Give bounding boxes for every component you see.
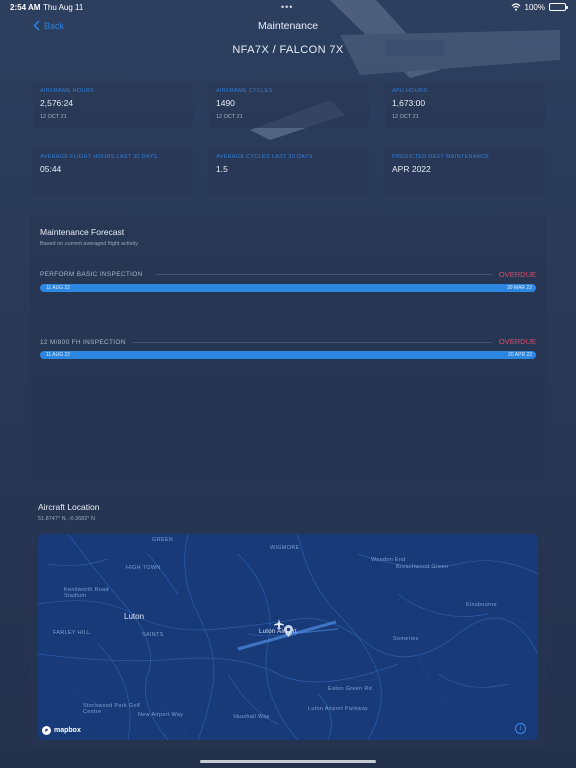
map-place-label: SAINTS <box>142 632 164 638</box>
map-place-label: New Airport Way <box>138 712 184 718</box>
timeline-start-date: 11 AUG 22 <box>46 285 71 291</box>
map-place-label: Eaton Green Rd <box>328 686 372 692</box>
aircraft-title: NFA7X / FALCON 7X <box>232 44 344 56</box>
stat-date: 12 OCT 21 <box>216 114 243 120</box>
forecast-title: Maintenance Forecast <box>40 227 125 237</box>
map-place-label: Wandon End <box>371 557 406 563</box>
airplane-icon <box>274 619 284 629</box>
forecast-divider <box>156 274 492 275</box>
forecast-item-label: 12 M/800 FH INSPECTION <box>40 339 126 346</box>
map-place-label: Kinsbourne <box>466 602 497 608</box>
battery-percent: 100% <box>524 2 545 12</box>
mapbox-wordmark: mapbox <box>54 727 81 734</box>
stat-value: 1.5 <box>216 164 228 174</box>
map-city-label: Luton <box>124 612 145 621</box>
status-time: 2:54 AM <box>10 2 41 12</box>
stat-value: APR 2022 <box>392 164 431 174</box>
map-place-label: GREEN <box>152 537 174 543</box>
home-indicator[interactable] <box>200 760 376 763</box>
overdue-badge: OVERDUE <box>498 270 536 279</box>
status-date: Thu Aug 11 <box>43 2 84 12</box>
stat-date: 12 OCT 21 <box>392 114 419 120</box>
stat-card-airframe-cycles: AIRFRAME CYCLES 1490 12 OCT 21 <box>209 82 369 128</box>
stat-value: 1490 <box>216 98 235 108</box>
map-place-label: Someries <box>393 636 419 642</box>
multitask-dots[interactable]: ••• <box>281 2 293 12</box>
stat-label: AVERAGE FLIGHT HOURS LAST 30 DAYS <box>40 154 158 160</box>
map-place-label: Kenilworth Road Stadium <box>64 587 109 599</box>
stat-card-airframe-hours: AIRFRAME HOURS 2,576:24 12 OCT 21 <box>33 82 193 128</box>
map-place-label: Vauxhall Way <box>233 714 270 720</box>
map-view[interactable]: GREEN WIGMORE Wandon End HIGH TOWN Kenil… <box>38 534 538 740</box>
status-bar: 2:54 AM Thu Aug 11 ••• 100% <box>0 0 576 14</box>
status-right: 100% <box>511 2 568 12</box>
overdue-badge: OVERDUE <box>498 337 536 346</box>
map-place-label: Breachwood Green <box>396 564 449 570</box>
navigation-bar: Back Maintenance <box>0 18 576 36</box>
forecast-timeline-bar[interactable]: 11 AUG 22 20 APR 22 <box>40 351 536 359</box>
map-info-button[interactable]: i <box>515 723 526 734</box>
wifi-icon <box>511 3 520 11</box>
location-pin-icon[interactable] <box>284 625 293 637</box>
stat-card-avg-flight-hours: AVERAGE FLIGHT HOURS LAST 30 DAYS 05:44 <box>33 148 193 196</box>
stat-label: AIRFRAME CYCLES <box>216 88 273 94</box>
map-place-label: FARLEY HILL <box>53 630 91 636</box>
maintenance-forecast-panel: Maintenance Forecast Based on current av… <box>30 216 546 480</box>
stat-label: PREDICTED NEXT MAINTENANCE <box>392 154 490 160</box>
timeline-end-date: 30 MAR 22 <box>506 285 532 291</box>
battery-icon <box>549 3 568 11</box>
map-place-label: Luton Airport Parkway <box>308 706 369 712</box>
stat-value: 05:44 <box>40 164 62 174</box>
map-place-label: Stockwood Park Golf Centre <box>83 703 141 715</box>
stat-card-avg-cycles: AVERAGE CYCLES LAST 30 DAYS 1.5 <box>209 148 369 196</box>
stat-date: 12 OCT 21 <box>40 114 67 120</box>
location-coordinates: 51.8747° N, -0.3682° N <box>38 516 95 522</box>
location-title: Aircraft Location <box>38 502 100 512</box>
stat-label: AIRFRAME HOURS <box>40 88 95 94</box>
stat-card-apu-hours: APU HOURS 1,673:00 12 OCT 21 <box>385 82 545 128</box>
stat-value: 2,576:24 <box>40 98 74 108</box>
mapbox-logo-icon <box>42 726 51 735</box>
forecast-subtitle: Based on current averaged flight activit… <box>40 241 138 247</box>
mapbox-logo[interactable]: mapbox <box>42 726 81 735</box>
stat-label: AVERAGE CYCLES LAST 30 DAYS <box>216 154 313 160</box>
forecast-divider <box>132 342 492 343</box>
stat-card-predicted-maintenance: PREDICTED NEXT MAINTENANCE APR 2022 <box>385 148 545 196</box>
stat-value: 1,673:00 <box>392 98 426 108</box>
timeline-start-date: 11 AUG 22 <box>46 352 71 358</box>
map-place-label: WIGMORE <box>270 545 300 551</box>
timeline-end-date: 20 APR 22 <box>508 352 532 358</box>
map-place-label: HIGH TOWN <box>126 565 161 571</box>
forecast-item-label: PERFORM BASIC INSPECTION <box>40 271 143 278</box>
forecast-timeline-bar[interactable]: 11 AUG 22 30 MAR 22 <box>40 284 536 292</box>
page-title: Maintenance <box>257 20 319 32</box>
stat-label: APU HOURS <box>392 88 428 94</box>
